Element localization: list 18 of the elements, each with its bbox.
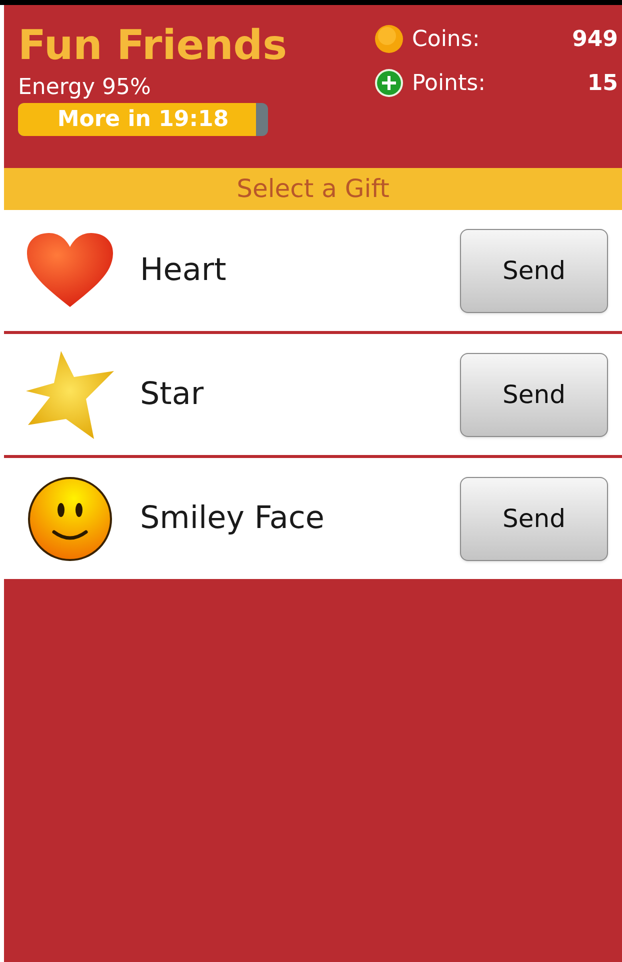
star-icon: [24, 348, 116, 440]
section-title: Select a Gift: [4, 168, 622, 210]
stat-value: 15: [587, 70, 618, 98]
smiley-icon: [27, 476, 113, 562]
gift-name: Star: [140, 375, 204, 414]
plus-icon: [374, 68, 404, 98]
send-button[interactable]: Send: [460, 228, 608, 312]
app-title: Fun Friends: [18, 21, 288, 69]
coin-icon: [374, 24, 404, 54]
stat-value: 949: [572, 26, 618, 54]
energy-label: Energy 95%: [18, 75, 152, 101]
send-button[interactable]: Send: [460, 476, 608, 560]
send-button[interactable]: Send: [460, 352, 608, 436]
gift-name: Smiley Face: [140, 499, 324, 538]
gift-name: Heart: [140, 251, 226, 290]
energy-timer: More in 19:18: [56, 106, 230, 134]
stat-label: Coins:: [412, 26, 480, 54]
stat-label: Points:: [412, 70, 486, 98]
